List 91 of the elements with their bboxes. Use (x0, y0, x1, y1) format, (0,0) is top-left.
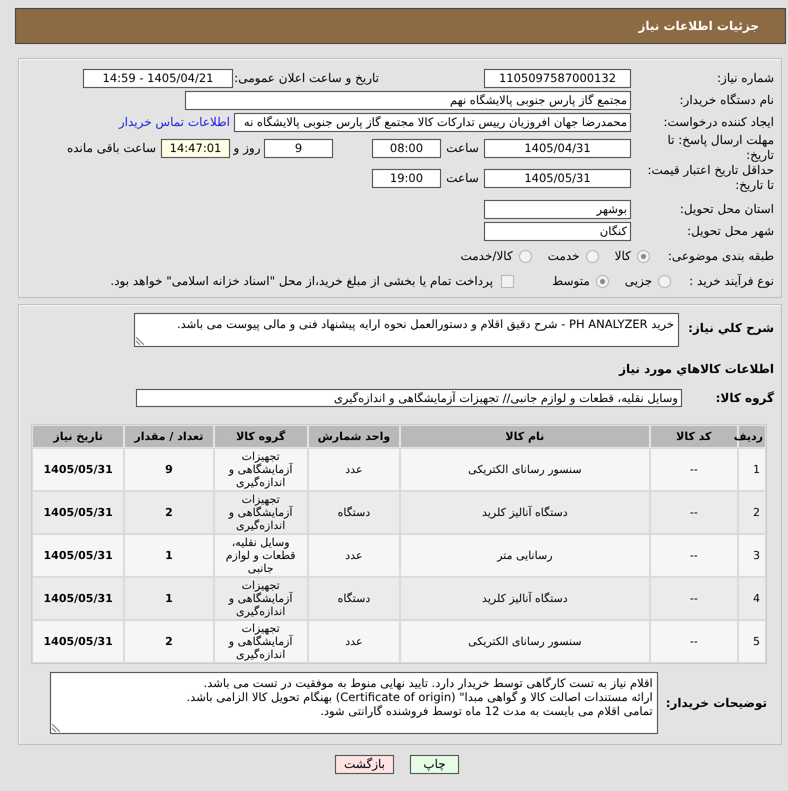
city-field[interactable]: کنگان (484, 222, 631, 240)
table-cell: 1405/05/31 (32, 448, 124, 491)
table-cell: دستگاه آنالیز کلرید (400, 577, 650, 620)
table-cell: تجهیزات آزمایشگاهی و اندازه‌گیری (214, 491, 308, 534)
radio-label: متوسط (552, 274, 590, 288)
field-label: توضیحات خریدار: (666, 696, 767, 710)
table-cell: دستگاه (308, 577, 400, 620)
table-cell: 1405/05/31 (32, 620, 124, 663)
table-cell: -- (650, 534, 738, 577)
field-label: شماره نیاز: (716, 70, 774, 86)
time-field[interactable]: 08:00 (372, 138, 441, 158)
table-cell: دستگاه (308, 491, 400, 534)
need-number-field[interactable]: 1105097587000132 (484, 68, 631, 88)
radio-label: جزیی (624, 274, 652, 288)
table-cell: 1 (124, 577, 214, 620)
field-label: نام دستگاه خریدار: (678, 92, 774, 108)
field-label: طبقه بندی موضوعی: (668, 249, 774, 263)
announce-date-field[interactable]: 1405/04/21 - 14:59 (83, 68, 233, 88)
table-cell: وسایل نقلیه، قطعات و لوازم جانبی (214, 534, 308, 577)
page-title: جزئیات اطلاعات نیاز (638, 19, 759, 33)
table-cell: 1405/05/31 (32, 491, 124, 534)
table-cell: 1 (738, 448, 766, 491)
table-cell: 2 (124, 620, 214, 663)
section-title: اطلاعات کالاهاي مورد نیاز (618, 361, 774, 378)
table-cell: 4 (738, 577, 766, 620)
table-cell: عدد (308, 534, 400, 577)
description-field[interactable]: خرید PH ANALYZER - شرح دقیق اقلام و دستورالعمل نحوه ارایه پیشنهاد فنی و مالی پیوست می باشد. (134, 313, 679, 347)
table-cell: 2 (738, 491, 766, 534)
column-header: تعداد / مقدار (124, 425, 214, 448)
time-field[interactable]: 19:00 (372, 168, 441, 188)
table-cell: تجهیزات آزمایشگاهی و اندازه‌گیری (214, 620, 308, 663)
field-label: مهلت ارسال پاسخ: تا تاریخ: (666, 133, 774, 163)
table-cell: 5 (738, 620, 766, 663)
table-cell: -- (650, 448, 738, 491)
resize-grip-icon[interactable] (52, 724, 60, 732)
time-label: ساعت (445, 171, 480, 185)
table-cell: 1405/05/31 (32, 534, 124, 577)
radio-label: کالا/خدمت (460, 249, 513, 263)
table-cell: دستگاه آنالیز کلرید (400, 491, 650, 534)
days-field[interactable]: 9 (264, 138, 333, 158)
field-label: نوع فرآیند خرید : (689, 274, 774, 288)
table-cell: -- (650, 577, 738, 620)
table-cell: 9 (124, 448, 214, 491)
table-cell: 2 (124, 491, 214, 534)
table-cell: سنسور رسانای الکتریکی (400, 448, 650, 491)
radio-label: خدمت (548, 249, 580, 263)
requester-field[interactable]: محمدرضا جهان افروزیان رییس تدارکات کالا مجتمع گاز پارس جنوبی پالایشگاه نه (234, 112, 631, 132)
table-cell: -- (650, 620, 738, 663)
province-field[interactable]: بوشهر (484, 200, 631, 218)
table-cell: عدد (308, 448, 400, 491)
print-button[interactable]: چاپ (410, 755, 459, 774)
radio-label: کالا (614, 249, 631, 263)
date-field[interactable]: 1405/05/31 (484, 168, 631, 188)
table-cell: تجهیزات آزمایشگاهی و اندازه‌گیری (214, 577, 308, 620)
radio-button[interactable] (658, 274, 672, 288)
buyer-org-field[interactable]: مجتمع گاز پارس جنوبی پالایشگاه نهم (185, 90, 631, 110)
table-cell: عدد (308, 620, 400, 663)
column-header: گروه کالا (214, 425, 308, 448)
table-cell: 3 (738, 534, 766, 577)
field-label: استان محل تحویل: (678, 202, 774, 216)
column-header: واحد شمارش (308, 425, 400, 448)
field-label: ایجاد کننده درخواست: (662, 114, 774, 130)
table-cell: 1405/05/31 (32, 577, 124, 620)
checkbox[interactable] (501, 274, 514, 288)
table-cell: -- (650, 491, 738, 534)
radio-button[interactable] (586, 250, 599, 262)
buyer-contact-link[interactable]: اطلاعات تماس خریدار (118, 115, 230, 129)
field-label: شهر محل تحویل: (686, 224, 774, 238)
buyer-notes-field[interactable]: اقلام نیاز به تست کارگاهی توسط خریدار دارد. تایید نهایی منوط به موفقیت در تست می باشد. ارائه مستندات اصالت کالا و گواهی مبدا" (Certificate of origin) بهنگام تحویل کالا الزامی باشد. تمامی اقلام می بایست به مدت 12 ماه توسط فروشنده گارانتی شود. (50, 672, 658, 734)
remaining-label: ساعت باقی مانده (66, 141, 156, 155)
table-cell: سنسور رسانای الکتریکی (400, 620, 650, 663)
radio-button[interactable] (518, 250, 532, 262)
field-label: شرح کلي نیاز: (687, 320, 774, 335)
column-header: نام کالا (400, 425, 650, 448)
table-cell: تجهیزات آزمایشگاهی و اندازه‌گیری (214, 448, 308, 491)
table-cell: رسانایی متر (400, 534, 650, 577)
column-header: تاریخ نیاز (32, 425, 124, 448)
days-label: روز و (232, 141, 262, 155)
field-label: تاریخ و ساعت اعلان عمومی: (233, 71, 379, 85)
field-label: گروه کالا: (714, 391, 774, 405)
field-label: حداقل تاریخ اعتبار قیمت: تا تاریخ: (646, 163, 774, 193)
product-group-field[interactable]: وسایل نقلیه، قطعات و لوازم جانبی// تجهیزات آزمایشگاهی و اندازه‌گیری (136, 389, 682, 407)
remaining-time-field[interactable]: 14:47:01 (161, 138, 230, 158)
checkbox-label: پرداخت تمام یا بخشی از مبلغ خرید،از محل "اسناد خزانه اسلامی" خواهد بود. (110, 274, 494, 288)
back-button[interactable]: بازگشت (335, 755, 394, 774)
radio-button[interactable] (596, 274, 609, 288)
resize-grip-icon[interactable] (136, 337, 144, 345)
time-label: ساعت (445, 141, 480, 155)
radio-button[interactable] (636, 250, 650, 262)
table-cell: 1 (124, 534, 214, 577)
date-field[interactable]: 1405/04/31 (484, 138, 631, 158)
